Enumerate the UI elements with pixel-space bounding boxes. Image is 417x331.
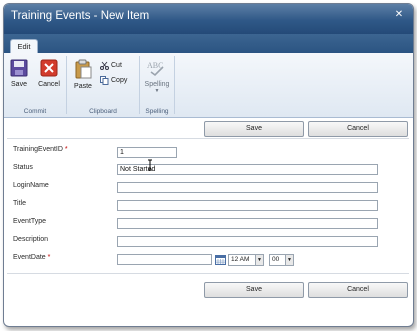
field-label-eventtype: EventType	[13, 218, 47, 225]
event-hour-value: 12 AM	[231, 256, 250, 263]
ribbon-save-label: Save	[11, 81, 27, 88]
ribbon-cancel-label: Cancel	[38, 81, 60, 88]
dropdown-arrow-icon: ▼	[154, 88, 160, 94]
eventtype-input[interactable]	[117, 218, 378, 229]
bottom-cancel-button[interactable]: Cancel	[308, 282, 408, 298]
text-cursor-icon	[148, 159, 152, 171]
save-icon	[10, 59, 28, 77]
copy-label: Copy	[111, 77, 128, 84]
calendar-icon[interactable]	[215, 254, 226, 265]
paste-button[interactable]: Paste	[70, 59, 96, 90]
spellcheck-icon: ABC	[147, 61, 164, 77]
event-minute-value: 00	[272, 256, 280, 263]
field-label-loginname: LoginName	[13, 182, 49, 189]
top-save-button[interactable]: Save	[204, 121, 304, 137]
clipboard-group-label: Clipboard	[89, 108, 117, 115]
titlebar: Training Events - New Item ✕	[4, 4, 413, 34]
dialog-window: Training Events - New Item ✕ Edit Save C	[3, 3, 414, 327]
required-marker: *	[47, 254, 51, 261]
scissors-icon	[100, 61, 109, 70]
top-cancel-button[interactable]: Cancel	[308, 121, 408, 137]
ribbon-divider	[174, 56, 175, 114]
ribbon-tabstrip: Edit	[4, 34, 413, 54]
description-input[interactable]	[117, 236, 378, 247]
commit-group: Save Cancel Commit	[4, 53, 66, 117]
commit-group-label: Commit	[23, 108, 47, 115]
title-input[interactable]	[117, 200, 378, 211]
field-label-trainingeventid: TrainingEventID *	[13, 146, 68, 153]
bottom-save-button[interactable]: Save	[204, 282, 304, 298]
cut-label: Cut	[111, 62, 122, 69]
tab-edit[interactable]: Edit	[10, 39, 38, 54]
chevron-down-icon: ▼	[255, 255, 263, 265]
ribbon-save-button[interactable]: Save	[7, 59, 31, 88]
ribbon: Save Cancel Commit Paste Cut Copy Clipbo…	[4, 53, 413, 118]
status-input[interactable]: Not Started	[117, 164, 378, 175]
ribbon-cancel-button[interactable]: Cancel	[35, 59, 63, 88]
paste-label: Paste	[74, 83, 92, 90]
field-label-eventdate: EventDate *	[13, 254, 51, 261]
loginname-input[interactable]	[117, 182, 378, 193]
field-label-status: Status	[13, 164, 33, 171]
new-item-form: TrainingEventID * 1 Status Not Started L…	[7, 138, 409, 273]
cancel-icon	[40, 59, 58, 77]
copy-icon	[100, 75, 109, 85]
cut-button[interactable]: Cut	[100, 60, 122, 72]
spelling-group: ABC Spelling ▼ Spelling	[140, 53, 174, 117]
event-hour-select[interactable]: 12 AM ▼	[228, 254, 264, 266]
event-minute-select[interactable]: 00 ▼	[269, 254, 294, 266]
close-icon[interactable]: ✕	[393, 9, 405, 21]
window-title: Training Events - New Item	[11, 10, 150, 22]
copy-button[interactable]: Copy	[100, 75, 127, 87]
clipboard-group: Paste Cut Copy Clipboard	[67, 53, 139, 117]
paste-icon	[75, 59, 92, 79]
spelling-group-label: Spelling	[145, 108, 169, 115]
required-marker: *	[64, 146, 68, 153]
field-label-title: Title	[13, 200, 26, 207]
spelling-button-label: Spelling	[144, 81, 170, 88]
field-label-description: Description	[13, 236, 49, 243]
spelling-button[interactable]: ABC Spelling ▼	[142, 59, 172, 94]
trainingeventid-input[interactable]: 1	[117, 147, 177, 158]
eventdate-input[interactable]	[117, 254, 212, 265]
chevron-down-icon: ▼	[285, 255, 293, 265]
bottom-action-bar: Save Cancel	[7, 273, 409, 302]
